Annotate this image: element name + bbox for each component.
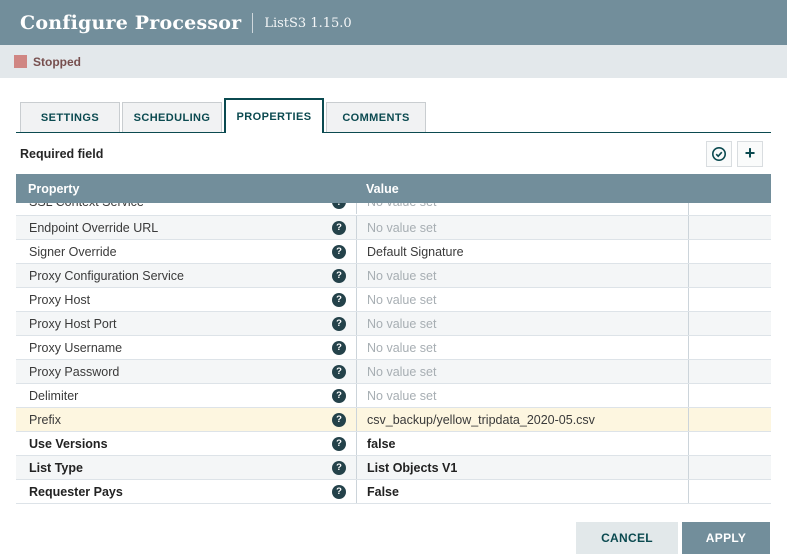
processor-name-version: ListS3 1.15.0	[264, 14, 351, 31]
status-bar: Stopped	[0, 45, 787, 78]
table-row[interactable]: Requester Pays ? False	[16, 480, 771, 504]
help-icon[interactable]: ?	[332, 437, 346, 451]
property-name: Signer Override	[29, 245, 117, 259]
tab-properties[interactable]: PROPERTIES	[224, 98, 324, 133]
property-name: Proxy Password	[29, 365, 119, 379]
table-header: Property Value	[16, 174, 771, 203]
property-name: Requester Pays	[29, 485, 123, 499]
title-separator	[252, 13, 253, 33]
help-icon[interactable]: ?	[332, 245, 346, 259]
help-icon[interactable]: ?	[332, 389, 346, 403]
property-value: false	[367, 437, 396, 451]
help-icon[interactable]: ?	[332, 341, 346, 355]
property-name: Proxy Configuration Service	[29, 269, 184, 283]
property-name: Endpoint Override URL	[29, 221, 158, 235]
property-value: No value set	[367, 341, 436, 355]
help-icon[interactable]: ?	[332, 461, 346, 475]
cancel-button[interactable]: CANCEL	[576, 522, 678, 554]
properties-toolbar: Required field +	[0, 133, 787, 174]
plus-icon: +	[745, 144, 756, 162]
property-name: List Type	[29, 461, 83, 475]
column-header-value: Value	[356, 182, 688, 196]
table-row[interactable]: Proxy Host ? No value set	[16, 288, 771, 312]
table-row[interactable]: Use Versions ? false	[16, 432, 771, 456]
column-header-property: Property	[16, 182, 356, 196]
stopped-status-icon	[14, 55, 27, 68]
property-value: No value set	[367, 269, 436, 283]
table-row[interactable]: List Type ? List Objects V1	[16, 456, 771, 480]
property-table-body: Endpoint Override URL ? No value set Sig…	[16, 216, 771, 504]
tab-settings[interactable]: SETTINGS	[20, 102, 120, 132]
dialog-footer: CANCEL APPLY	[576, 522, 770, 554]
property-value: No value set	[367, 389, 436, 403]
property-name: SSL Context Service	[29, 203, 144, 209]
help-icon[interactable]: ?	[332, 317, 346, 331]
property-name: Proxy Username	[29, 341, 122, 355]
dialog-header: Configure Processor ListS3 1.15.0	[0, 0, 787, 45]
property-value: No value set	[367, 365, 436, 379]
help-icon[interactable]: ?	[332, 269, 346, 283]
property-value: csv_backup/yellow_tripdata_2020-05.csv	[367, 413, 595, 427]
property-name: Prefix	[29, 413, 61, 427]
required-field-label: Required field	[20, 147, 103, 161]
property-name: Proxy Host Port	[29, 317, 117, 331]
apply-button[interactable]: APPLY	[682, 522, 770, 554]
help-icon[interactable]: ?	[332, 221, 346, 235]
help-icon[interactable]: ?	[332, 203, 346, 209]
property-name: Proxy Host	[29, 293, 90, 307]
property-value: False	[367, 485, 399, 499]
property-value: List Objects V1	[367, 461, 457, 475]
table-row[interactable]: Prefix ? csv_backup/yellow_tripdata_2020…	[16, 408, 771, 432]
tab-scheduling[interactable]: SCHEDULING	[122, 102, 222, 132]
table-row[interactable]: Endpoint Override URL ? No value set	[16, 216, 771, 240]
help-icon[interactable]: ?	[332, 413, 346, 427]
property-value: No value set	[367, 293, 436, 307]
property-name: Delimiter	[29, 389, 78, 403]
table-row[interactable]: Proxy Password ? No value set	[16, 360, 771, 384]
table-row[interactable]: Proxy Username ? No value set	[16, 336, 771, 360]
help-icon[interactable]: ?	[332, 365, 346, 379]
help-icon[interactable]: ?	[332, 293, 346, 307]
property-value: No value set	[367, 203, 436, 209]
add-property-button[interactable]: +	[737, 141, 763, 167]
table-row-clipped[interactable]: SSL Context Service ? No value set	[16, 203, 771, 216]
table-row[interactable]: Proxy Configuration Service ? No value s…	[16, 264, 771, 288]
tab-bar: SETTINGS SCHEDULING PROPERTIES COMMENTS	[16, 98, 771, 133]
property-value: Default Signature	[367, 245, 464, 259]
property-name: Use Versions	[29, 437, 108, 451]
property-value: No value set	[367, 317, 436, 331]
property-value: No value set	[367, 221, 436, 235]
table-row[interactable]: Proxy Host Port ? No value set	[16, 312, 771, 336]
toolbar-buttons: +	[701, 141, 763, 167]
table-row[interactable]: Signer Override ? Default Signature	[16, 240, 771, 264]
check-circle-icon	[711, 146, 727, 162]
tab-comments[interactable]: COMMENTS	[326, 102, 426, 132]
dialog-title: Configure Processor	[20, 12, 241, 34]
help-icon[interactable]: ?	[332, 485, 346, 499]
verify-properties-button[interactable]	[706, 141, 732, 167]
status-label: Stopped	[33, 55, 81, 69]
properties-table: Property Value SSL Context Service ? No …	[16, 174, 771, 504]
table-row[interactable]: Delimiter ? No value set	[16, 384, 771, 408]
